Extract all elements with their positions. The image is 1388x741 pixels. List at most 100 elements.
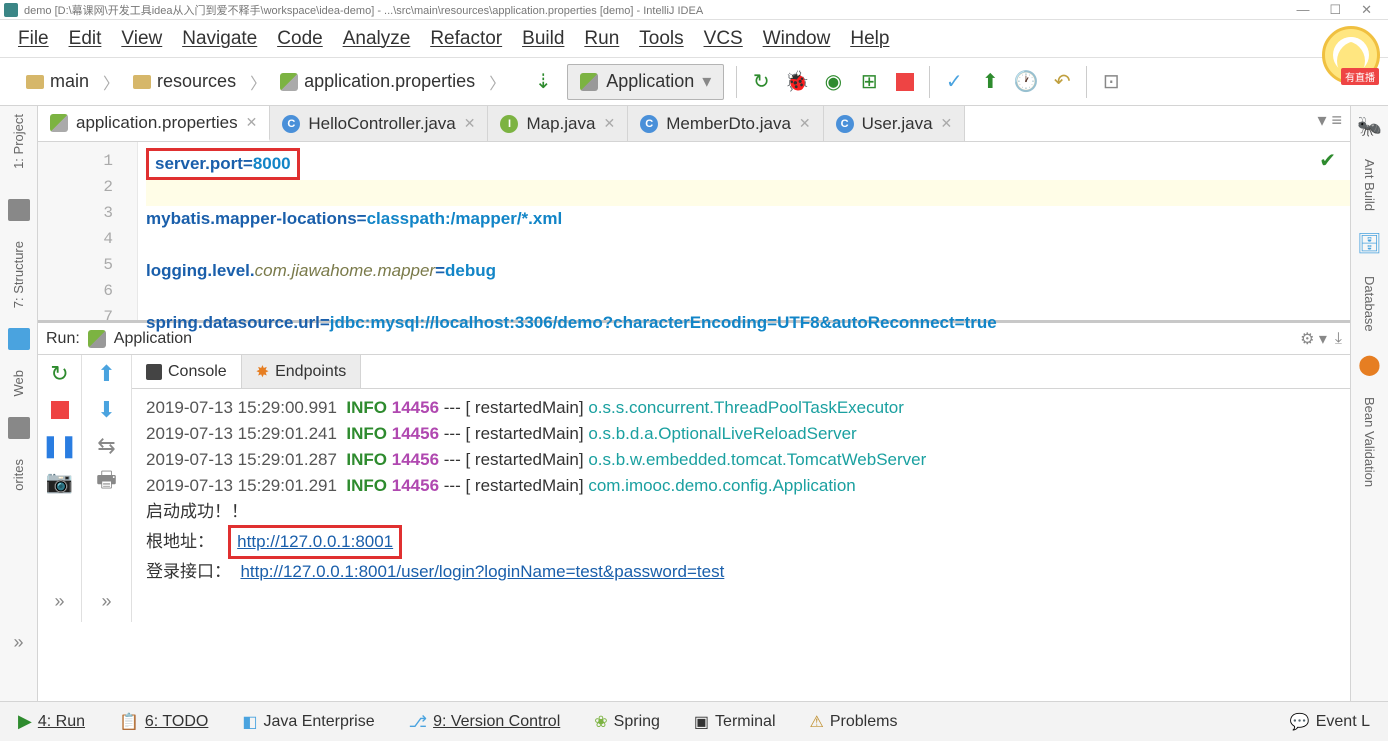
run-tool-window: Run: Application ⚙ ▾ ⤓ ↻ ❚❚ 📷 » ⬆ ⬇ xyxy=(38,320,1350,622)
menu-help[interactable]: Help xyxy=(840,24,899,54)
wrap-icon[interactable]: ⇆ xyxy=(96,435,118,457)
menu-file[interactable]: File xyxy=(8,24,59,54)
tool-database[interactable]: Database xyxy=(1362,276,1377,332)
tool-favorites[interactable]: orites xyxy=(11,459,26,491)
rerun-icon[interactable]: ↻ xyxy=(749,70,773,94)
print-icon[interactable]: 🖶 xyxy=(96,471,118,493)
step-down-icon[interactable]: ⇣ xyxy=(531,70,555,94)
dump-icon[interactable]: 📷 xyxy=(49,471,71,493)
menu-refactor[interactable]: Refactor xyxy=(420,24,512,54)
tool-bean-validation[interactable]: Bean Validation xyxy=(1362,397,1377,487)
tool-structure[interactable]: 7: Structure xyxy=(11,241,26,308)
properties-icon xyxy=(280,73,298,91)
menu-window[interactable]: Window xyxy=(753,24,841,54)
login-url-link[interactable]: http://127.0.0.1:8001/user/login?loginNa… xyxy=(240,562,724,581)
web-icon[interactable] xyxy=(8,328,30,350)
tab-label: MemberDto.java xyxy=(666,114,791,134)
highlight-root-url: http://127.0.0.1:8001 xyxy=(228,525,402,559)
tab-map[interactable]: I Map.java ✕ xyxy=(488,106,628,141)
close-icon[interactable]: ✕ xyxy=(1361,2,1372,18)
menu-analyze[interactable]: Analyze xyxy=(333,24,421,54)
bookmark-icon[interactable] xyxy=(8,199,30,221)
menu-vcs[interactable]: VCS xyxy=(694,24,753,54)
favorites-icon[interactable] xyxy=(8,417,30,439)
class-icon: C xyxy=(836,115,854,133)
bean-icon[interactable]: ⬤ xyxy=(1358,352,1380,377)
interface-icon: I xyxy=(500,115,518,133)
more-icon[interactable]: » xyxy=(5,628,31,657)
minimize-icon[interactable]: — xyxy=(1296,2,1309,18)
debug-icon[interactable]: 🐞 xyxy=(785,70,809,94)
breadcrumb-file[interactable]: application.properties xyxy=(276,69,479,94)
pause-icon[interactable]: ❚❚ xyxy=(49,435,71,457)
tool-project[interactable]: 1: Project xyxy=(11,114,26,169)
tab-label: application.properties xyxy=(76,113,238,133)
close-icon[interactable]: ✕ xyxy=(799,115,811,132)
more-icon[interactable]: » xyxy=(46,587,72,616)
close-icon[interactable]: ✕ xyxy=(464,115,476,132)
class-icon: C xyxy=(282,115,300,133)
close-icon[interactable]: ✕ xyxy=(941,115,953,132)
maximize-icon[interactable]: ☐ xyxy=(1329,2,1341,18)
scroll-up-icon[interactable]: ⬆ xyxy=(96,363,118,385)
breadcrumb-main[interactable]: main xyxy=(22,69,93,94)
user-avatar[interactable]: 有直播 xyxy=(1322,26,1380,84)
root-url-link[interactable]: http://127.0.0.1:8001 xyxy=(237,532,393,551)
more-icon[interactable]: » xyxy=(93,587,119,616)
console-icon xyxy=(146,364,162,380)
bottom-spring[interactable]: ❀Spring xyxy=(586,708,668,736)
tool-web[interactable]: Web xyxy=(11,370,26,397)
tab-endpoints[interactable]: ✸ Endpoints xyxy=(242,355,362,388)
breadcrumb-sep: 〉 xyxy=(244,70,272,94)
profiler-icon[interactable]: ⊞ xyxy=(857,70,881,94)
close-icon[interactable]: ✕ xyxy=(246,114,258,131)
menu-edit[interactable]: Edit xyxy=(59,24,112,54)
run-side-toolbar: ↻ ❚❚ 📷 » xyxy=(38,355,82,622)
bottom-event-log[interactable]: 💬Event L xyxy=(1282,708,1378,736)
breadcrumb-resources[interactable]: resources xyxy=(129,69,240,94)
history-icon[interactable]: 🕐 xyxy=(1014,70,1038,94)
endpoints-icon: ✸ xyxy=(256,362,269,382)
tab-label: User.java xyxy=(862,114,933,134)
console-output[interactable]: 2019-07-13 15:29:00.991 INFO 14456 --- [… xyxy=(132,389,1350,622)
toolbar: main 〉 resources 〉 application.propertie… xyxy=(0,58,1388,106)
commit-icon[interactable]: ⬆ xyxy=(978,70,1002,94)
database-icon[interactable]: 🗄 xyxy=(1357,231,1382,256)
line-number-gutter: 1234567 xyxy=(38,142,138,320)
bottom-java-enterprise[interactable]: ◧Java Enterprise xyxy=(234,708,382,736)
ant-icon[interactable]: 🐜 xyxy=(1357,114,1382,139)
menu-view[interactable]: View xyxy=(111,24,172,54)
analysis-ok-icon: ✔ xyxy=(1319,148,1336,174)
tab-overflow-icon[interactable]: ▾ ≡ xyxy=(1309,106,1350,141)
coverage-icon[interactable]: ◉ xyxy=(821,70,845,94)
bottom-run[interactable]: ▶4: Run xyxy=(10,707,93,736)
right-tool-gutter: 🐜 Ant Build 🗄 Database ⬤ Bean Validation xyxy=(1350,106,1388,701)
stop-icon[interactable] xyxy=(893,70,917,94)
menu-code[interactable]: Code xyxy=(267,24,332,54)
code-editor[interactable]: ✔ server.port=8000 mybatis.mapper-locati… xyxy=(138,142,1350,320)
current-line xyxy=(146,180,1350,206)
scroll-down-icon[interactable]: ⬇ xyxy=(96,399,118,421)
run-configuration-dropdown[interactable]: Application ▾ xyxy=(567,64,724,100)
update-icon[interactable]: ✓ xyxy=(942,70,966,94)
menu-build[interactable]: Build xyxy=(512,24,574,54)
tab-hellocontroller[interactable]: C HelloController.java ✕ xyxy=(270,106,488,141)
tab-application-properties[interactable]: application.properties ✕ xyxy=(38,106,270,141)
search-icon[interactable]: ⊡ xyxy=(1099,70,1123,94)
properties-icon xyxy=(50,114,68,132)
tab-user[interactable]: C User.java ✕ xyxy=(824,106,966,141)
revert-icon[interactable]: ↶ xyxy=(1050,70,1074,94)
menu-navigate[interactable]: Navigate xyxy=(172,24,267,54)
rerun-icon[interactable]: ↻ xyxy=(49,363,71,385)
bottom-todo[interactable]: 📋6: TODO xyxy=(111,708,216,736)
bottom-version-control[interactable]: ⎇9: Version Control xyxy=(401,708,569,736)
close-icon[interactable]: ✕ xyxy=(603,115,615,132)
menu-run[interactable]: Run xyxy=(574,24,629,54)
tool-ant[interactable]: Ant Build xyxy=(1362,159,1377,211)
bottom-terminal[interactable]: ▣Terminal xyxy=(686,708,784,736)
tab-memberdto[interactable]: C MemberDto.java ✕ xyxy=(628,106,823,141)
stop-icon[interactable] xyxy=(49,399,71,421)
tab-console[interactable]: Console xyxy=(132,355,242,388)
menu-tools[interactable]: Tools xyxy=(629,24,693,54)
bottom-problems[interactable]: ⚠Problems xyxy=(802,708,906,736)
